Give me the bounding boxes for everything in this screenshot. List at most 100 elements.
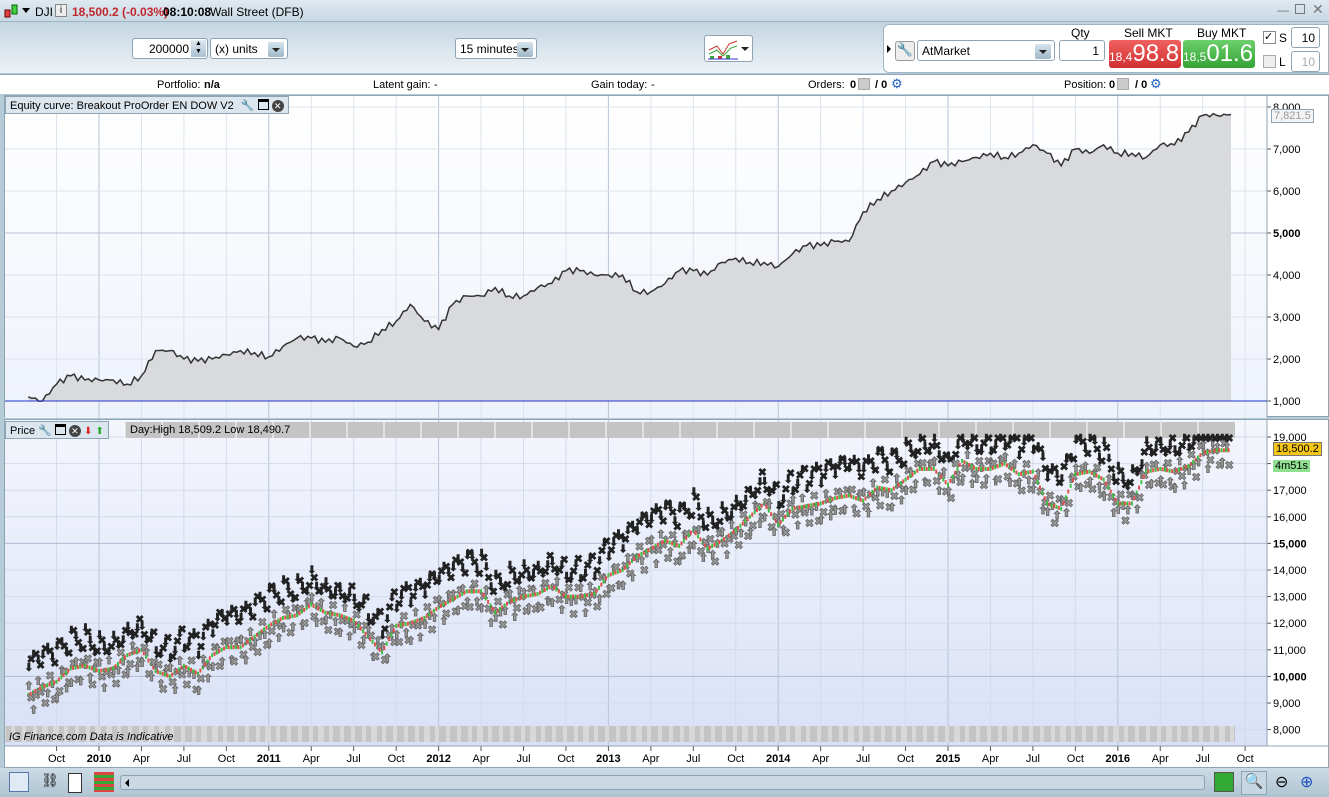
export-chart-icon[interactable] bbox=[9, 772, 29, 792]
expand-arrow-icon[interactable] bbox=[887, 45, 891, 53]
auto-zoom-icon[interactable]: 🔍 bbox=[1241, 771, 1267, 795]
report-icon[interactable] bbox=[68, 773, 82, 793]
indicator-button[interactable] bbox=[704, 35, 753, 62]
price-candle bbox=[1083, 470, 1086, 475]
price-candle bbox=[1074, 472, 1077, 477]
wrench-icon[interactable]: 🔧 bbox=[38, 425, 52, 437]
zoom-in-icon[interactable]: ⊕ bbox=[1300, 772, 1320, 792]
price-candle bbox=[451, 597, 454, 602]
y-tick-label: 9,000 bbox=[1273, 698, 1301, 710]
price-candle bbox=[1097, 474, 1100, 479]
window-icon[interactable] bbox=[257, 99, 269, 110]
price-candle bbox=[227, 645, 230, 650]
maximize-button[interactable] bbox=[1295, 4, 1305, 14]
qty-input[interactable]: 1 bbox=[1059, 40, 1105, 61]
stepper-arrows-icon[interactable]: ▲ ▼ bbox=[191, 40, 206, 57]
x-tick-label: 2011 bbox=[257, 753, 281, 765]
chart-settings-icon[interactable] bbox=[1214, 772, 1234, 792]
short-signal-marker: ⬇ bbox=[1104, 453, 1113, 465]
chevron-down-icon[interactable] bbox=[741, 47, 749, 51]
price-candle bbox=[74, 665, 77, 670]
horizontal-scrollbar[interactable] bbox=[120, 775, 1205, 790]
price-candle bbox=[50, 681, 53, 686]
cancel-orders-icon[interactable] bbox=[858, 78, 870, 90]
price-candle bbox=[605, 576, 608, 581]
short-signal-marker: ⬇ bbox=[1057, 473, 1066, 485]
price-candle bbox=[1029, 470, 1032, 475]
long-signal-marker: ⬆ bbox=[722, 549, 731, 561]
l-checkbox[interactable] bbox=[1263, 55, 1276, 68]
price-candle bbox=[442, 602, 445, 607]
link-icon[interactable]: ⛓ bbox=[40, 772, 60, 792]
price-candle bbox=[744, 519, 747, 524]
price-candle bbox=[300, 609, 303, 614]
close-button[interactable]: ✕ bbox=[1312, 1, 1324, 18]
y-tick-label: 5,000 bbox=[1273, 228, 1301, 240]
sell-arrow-icon[interactable]: ⬇ bbox=[84, 426, 92, 437]
long-signal-marker: ⬆ bbox=[241, 655, 250, 667]
equity-panel-title: Equity curve: Breakout ProOrder EN DOW V… bbox=[10, 100, 234, 112]
long-signal-marker: ✖ bbox=[159, 684, 168, 696]
gear-icon[interactable]: ⚙ bbox=[891, 76, 903, 92]
sell-market-button[interactable]: 18,498.8 bbox=[1109, 40, 1181, 68]
minimize-button[interactable]: — bbox=[1277, 3, 1289, 17]
amount-stepper[interactable]: 200000 ▲ ▼ bbox=[132, 38, 208, 59]
price-candle bbox=[1145, 469, 1148, 474]
short-signal-marker: ✖ bbox=[248, 612, 257, 624]
chevron-down-icon bbox=[1035, 44, 1051, 59]
long-signal-marker: ✖ bbox=[229, 657, 238, 669]
price-candle bbox=[121, 657, 124, 662]
wrench-icon[interactable]: 🔧 bbox=[241, 100, 255, 112]
s-value: 10 bbox=[1301, 31, 1315, 45]
gear-icon[interactable]: ⚙ bbox=[1150, 76, 1162, 92]
equity-chart[interactable]: 1,0002,0003,0004,0005,0006,0007,0008,000 bbox=[5, 96, 1329, 418]
window-icon[interactable] bbox=[54, 424, 66, 435]
buy-market-button[interactable]: 18,501.6 bbox=[1183, 40, 1255, 68]
zoom-out-icon[interactable]: ⊖ bbox=[1275, 772, 1295, 792]
close-position-icon[interactable] bbox=[1117, 78, 1129, 90]
wrench-icon[interactable]: 🔧 bbox=[895, 41, 915, 61]
bottom-toolbar: ⛓ 🔍 ⊖ ⊕ bbox=[0, 768, 1329, 797]
y-tick-label: 11,000 bbox=[1273, 645, 1306, 657]
timeframe-select[interactable]: 15 minutes bbox=[455, 38, 537, 59]
price-candle bbox=[678, 544, 681, 549]
close-icon[interactable]: ✕ bbox=[68, 425, 81, 437]
price-candle bbox=[1215, 448, 1218, 453]
symbol-dropdown-icon[interactable] bbox=[22, 8, 30, 13]
order-type-select[interactable]: AtMarket bbox=[917, 40, 1055, 61]
units-select[interactable]: (x) units bbox=[210, 38, 288, 59]
portfolio-value: n/a bbox=[204, 79, 220, 91]
qty-value: 1 bbox=[1092, 44, 1099, 58]
price-candle bbox=[1142, 474, 1145, 479]
symbol-label[interactable]: DJI bbox=[35, 5, 53, 19]
long-signal-marker: ⬆ bbox=[317, 597, 326, 609]
x-tick-label: Apr bbox=[303, 753, 320, 765]
long-signal-marker: ✖ bbox=[512, 603, 521, 615]
short-signal-marker: ✖ bbox=[574, 554, 583, 566]
y-tick-label: 17,000 bbox=[1273, 485, 1307, 497]
l-input[interactable]: 10 bbox=[1291, 51, 1320, 72]
y-tick-label: 12,000 bbox=[1273, 618, 1307, 630]
s-checkbox[interactable]: ✓ bbox=[1263, 31, 1276, 44]
order-strip-bottom bbox=[5, 726, 1235, 742]
info-icon[interactable]: i bbox=[55, 4, 67, 17]
price-candle bbox=[902, 479, 905, 484]
scroll-left-arrow[interactable] bbox=[125, 779, 129, 787]
price-candle bbox=[319, 607, 322, 612]
long-signal-marker: ✖ bbox=[923, 478, 932, 490]
candlestick-icon[interactable] bbox=[4, 3, 18, 19]
price-candle bbox=[1038, 485, 1041, 490]
s-input[interactable]: 10 bbox=[1291, 27, 1320, 48]
long-signal-marker: ⬆ bbox=[29, 705, 38, 717]
long-signal-marker: ✖ bbox=[300, 618, 309, 630]
price-candle bbox=[1154, 467, 1157, 472]
price-candle bbox=[1015, 470, 1018, 475]
price-candle bbox=[432, 608, 435, 613]
orderbook-icon[interactable] bbox=[94, 772, 114, 792]
close-icon[interactable]: ✕ bbox=[271, 100, 284, 112]
price-candle bbox=[1107, 485, 1110, 490]
price-chart[interactable]: 8,000 9,000 10,000 11,000 12,000 13,000 14,000… bbox=[4, 420, 1329, 769]
price-candle bbox=[503, 603, 506, 608]
buy-arrow-icon[interactable]: ⬆ bbox=[95, 426, 103, 437]
price-candle bbox=[614, 570, 617, 575]
